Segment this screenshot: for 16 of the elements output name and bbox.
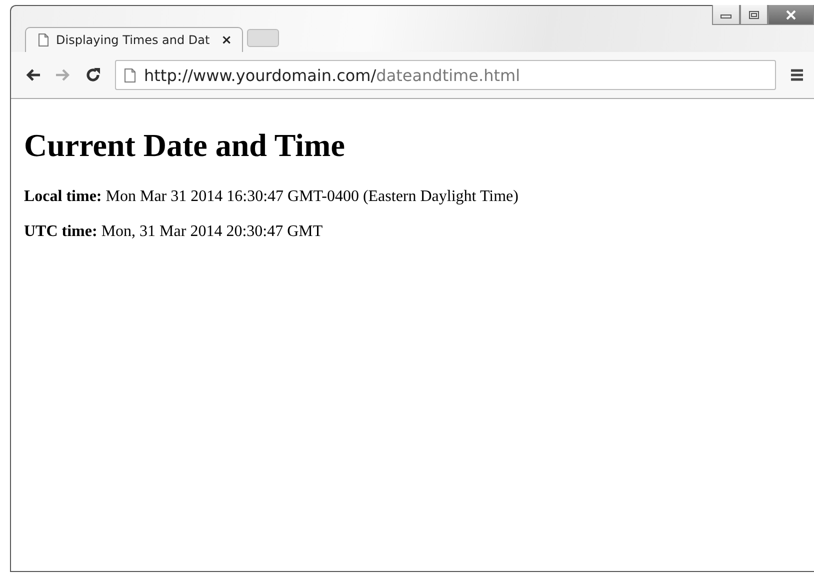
page-icon <box>124 68 136 82</box>
menu-icon[interactable] <box>790 68 804 82</box>
page-heading: Current Date and Time <box>24 127 346 164</box>
back-icon[interactable] <box>25 68 41 82</box>
time-line: UTC time: Mon, 31 Mar 2014 20:30:47 GMT <box>24 223 324 241</box>
maximize-icon <box>748 10 760 20</box>
reload-icon[interactable] <box>85 67 101 83</box>
address-bar[interactable]: http://www.yourdomain.com/dateandtime.html <box>115 60 776 90</box>
minimize-button[interactable] <box>712 5 740 25</box>
close-icon <box>785 10 797 20</box>
browser-tab[interactable]: Displaying Times and Dat × <box>25 27 243 52</box>
page-icon <box>38 33 49 47</box>
tab-close-button[interactable]: × <box>221 32 232 48</box>
maximize-button[interactable] <box>740 5 768 25</box>
close-button[interactable] <box>768 5 814 25</box>
time-line: Local time: Mon Mar 31 2014 16:30:47 GMT-0400 (Eastern Daylight Time) <box>24 188 520 206</box>
